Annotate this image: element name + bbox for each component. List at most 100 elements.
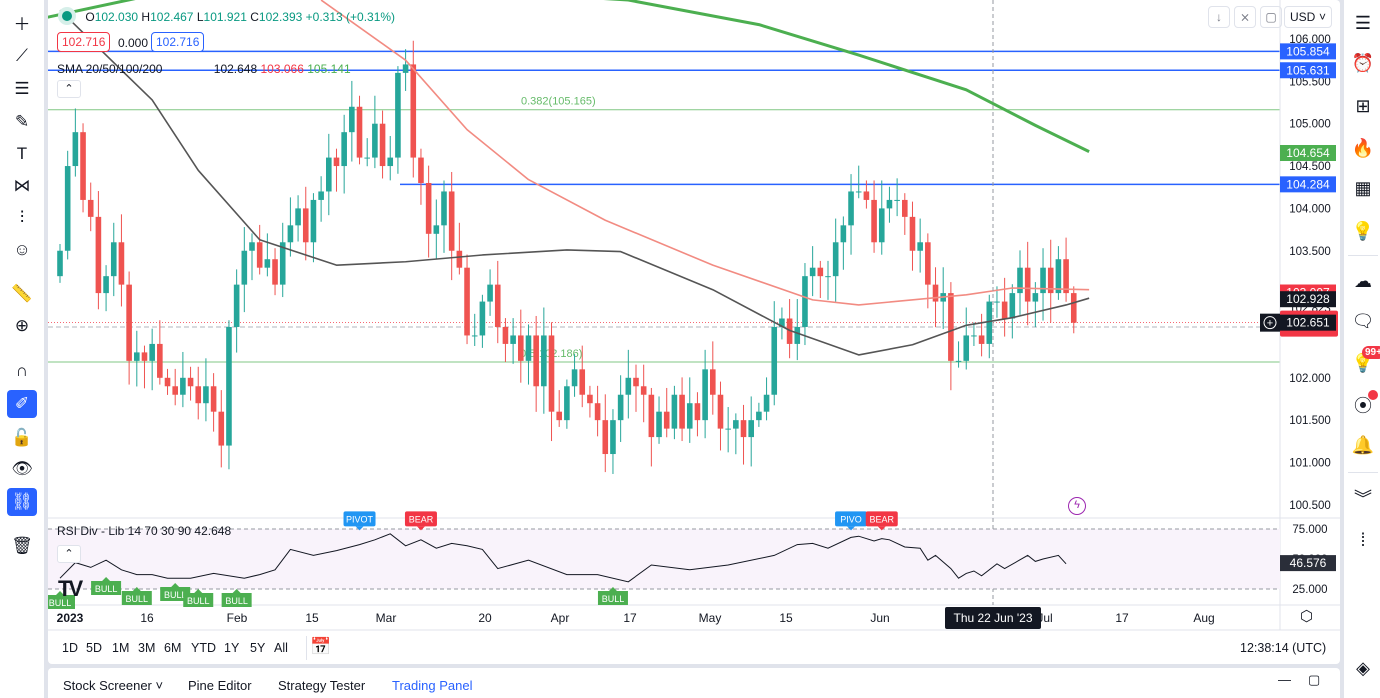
candle-body [771,326,778,395]
range-1y[interactable]: 1Y [224,641,239,655]
fullscreen-icon[interactable]: ▢ [1260,6,1282,28]
candle-body [533,335,539,387]
price-axis-tick: 104.500 [1289,161,1331,173]
candle-body [326,157,332,192]
range-1m[interactable]: 1M [112,641,129,655]
brush-icon[interactable]: ✎ [7,108,37,136]
range-ytd[interactable]: YTD [191,641,216,655]
prediction-icon[interactable]: ⫶ [7,204,37,232]
open-value: 102.030 [94,10,139,24]
trash-icon[interactable]: 🗑 [7,532,37,560]
candle-body [633,377,639,387]
bull-signal-label: BULL [225,596,248,606]
range-3m[interactable]: 3M [138,641,155,655]
crosshair-icon[interactable]: ＋ [7,8,37,36]
range-1d[interactable]: 1D [62,641,78,655]
tab-trading-panel[interactable]: Trading Panel [392,678,472,693]
maximize-icon[interactable]: ▢ [1308,672,1320,688]
chart-area[interactable]: 0.382(105.165)0.5(102.186)106.000105.500… [48,0,1340,664]
link-icon[interactable]: ⛓ [7,488,37,516]
lock-icon[interactable]: 🔓 [7,424,37,452]
candle-body [187,377,194,387]
high-label: H [141,10,151,24]
arrow-down-icon[interactable]: ↓ [1208,6,1230,28]
collapse-legend-button[interactable]: ⌃ [57,80,81,98]
candle-body [564,386,570,421]
settings-icon[interactable]: ⬡ [1300,607,1313,625]
tab-pine-editor[interactable]: Pine Editor [188,678,252,693]
chat-icon[interactable]: ☁ [1350,268,1376,294]
watchlist-icon[interactable]: ☰ [1350,10,1376,36]
minimize-icon[interactable]: — [1278,672,1291,687]
text-icon[interactable]: T [7,140,37,168]
candle-body [95,216,102,294]
candle-body [925,242,931,285]
dots-menu-icon[interactable]: ⁞ [1350,527,1376,553]
horizontal-lines-icon[interactable]: ☰ [7,75,37,103]
trend-line-icon[interactable]: ⟋ [7,42,37,70]
sma-legend[interactable]: SMA 20/50/100/200 102.648 103.066 105.14… [57,62,351,76]
range-5y[interactable]: 5Y [250,641,265,655]
time-axis-tick: Mar [376,611,397,625]
change-value: +0.313 (+0.31%) [305,10,396,24]
price-chart[interactable]: 0.382(105.165)0.5(102.186)106.000105.500… [48,0,1340,664]
candle-body [379,123,386,167]
emoji-icon[interactable]: ☺ [7,236,37,264]
currency-value: USD [1290,10,1316,24]
layers-icon[interactable]: ◈ [1350,655,1376,681]
candle-body [733,420,739,429]
candle-body [855,191,862,193]
candle-body [494,284,501,327]
comments-icon[interactable]: 🗨 [1350,308,1376,334]
open-label: O [85,10,95,24]
buy-button[interactable]: 102.716 [151,32,205,52]
price-label: 105.854 [1286,44,1330,58]
calendar-icon[interactable]: ▦ [1350,175,1376,201]
collapse-icon[interactable]: ⨯ [1234,6,1256,28]
rsi-axis-tick: 75.000 [1292,524,1327,536]
candle-body [126,284,132,361]
clock[interactable]: 12:38:14 (UTC) [1240,641,1326,655]
tab-stock-screener[interactable]: Stock Screener ˅ [63,678,163,693]
candle-body [372,123,378,158]
go-to-date-icon[interactable]: 📅 [310,637,331,657]
candle-body [1063,259,1069,294]
range-all[interactable]: All [274,641,288,655]
ideas-bulb-icon[interactable]: 💡 [1350,218,1376,244]
tab-label: Stock Screener [63,678,152,693]
candle-body [172,386,178,395]
pattern-icon[interactable]: ⋈ [7,172,37,200]
candle-body [103,276,109,294]
rsi-legend[interactable]: RSI Div - Lib 14 70 30 90 42.648 [57,524,231,538]
lock-drawing-icon[interactable]: ✐ [7,390,37,418]
candle-body [917,242,923,251]
candle-body [548,335,555,412]
candle-body [1009,293,1016,319]
magnet-icon[interactable]: ∩ [7,357,37,385]
candle-body [1024,267,1031,302]
candle-body [525,335,532,361]
collapse-rsi-button[interactable]: ⌃ [57,545,81,563]
candle-body [717,394,724,429]
sell-button[interactable]: 102.716 [57,32,111,52]
hide-panel-icon[interactable]: ︾ [1350,485,1376,511]
range-5d[interactable]: 5D [86,641,102,655]
candle-body [395,72,401,158]
alarm-icon[interactable]: ⏰ [1350,50,1376,76]
zoom-in-icon[interactable]: ⊕ [7,312,37,340]
candle-body [909,216,916,251]
currency-select[interactable]: USD ˅ [1284,6,1332,28]
price-axis-tick: 102.000 [1289,373,1331,385]
eye-icon[interactable]: 👁 [7,455,37,483]
candle-body [756,411,762,421]
crosshair-date-label: Thu 22 Jun '23 [953,611,1032,625]
lightning-icon[interactable]: ϟ [1068,497,1086,515]
tab-strategy-tester[interactable]: Strategy Tester [278,678,365,693]
range-6m[interactable]: 6M [164,641,181,655]
add-list-icon[interactable]: ⊞ [1350,93,1376,119]
hotlist-flame-icon[interactable]: 🔥 [1350,135,1376,161]
candle-body [710,369,716,395]
ruler-icon[interactable]: 📏 [7,280,37,308]
time-axis-tick: Feb [227,611,248,625]
bell-icon[interactable]: 🔔 [1350,432,1376,458]
